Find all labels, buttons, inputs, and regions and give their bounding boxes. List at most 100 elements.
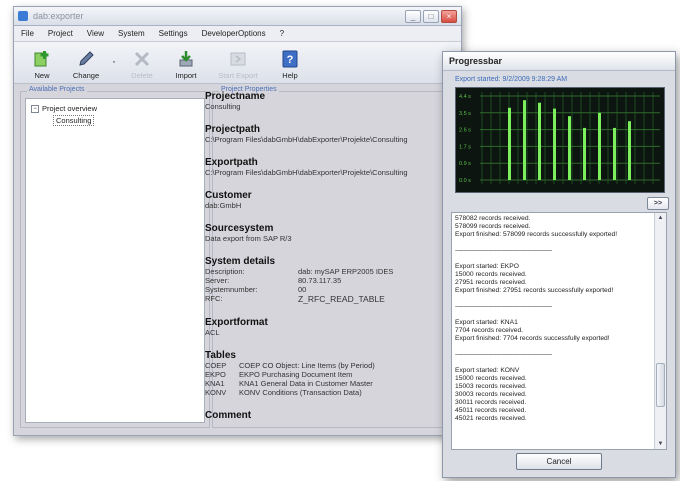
delete-label: Delete xyxy=(131,71,153,80)
log-line: 45021 records received. xyxy=(455,415,527,422)
change-button[interactable]: Change xyxy=(66,49,106,80)
chart-bar xyxy=(628,121,631,180)
system-detail-row: Server: 80.73.117.35 xyxy=(205,276,342,285)
cancel-button[interactable]: Cancel xyxy=(516,453,602,470)
toolbar: New Change · Delete Import Start Export xyxy=(14,42,461,84)
change-label: Change xyxy=(72,71,100,80)
export-log[interactable]: 578082 records received. 578099 records r… xyxy=(451,212,667,450)
log-line: Export finished: 578099 records successf… xyxy=(455,231,618,238)
minimize-button[interactable]: _ xyxy=(405,10,421,23)
sourcesystem-value: Data export from SAP R/3 xyxy=(205,234,292,243)
menu-view[interactable]: View xyxy=(80,29,111,38)
chart-bar xyxy=(553,108,556,180)
tree-child-label: Consulting xyxy=(56,116,92,125)
scroll-up-icon[interactable]: ▲ xyxy=(655,213,666,223)
menu-project[interactable]: Project xyxy=(41,29,80,38)
help-label: Help xyxy=(282,71,298,80)
projectname-value: Consulting xyxy=(205,102,241,111)
delete-button[interactable]: Delete xyxy=(122,49,162,80)
log-scrollbar[interactable]: ▲ ▼ xyxy=(654,213,666,449)
system-details-heading: System details xyxy=(205,256,276,267)
project-properties-content: Projectname Consulting Projectpath C:\Pr… xyxy=(205,86,445,418)
table-row: COEP COEP CO Object: Line Items (by Perio… xyxy=(205,361,375,370)
expand-button[interactable]: >> xyxy=(647,197,669,210)
log-line: 7704 records received. xyxy=(455,327,524,334)
toolbar-dropdown-dot: · xyxy=(112,54,116,68)
project-tree: − Project overview Consulting xyxy=(25,98,205,423)
log-line: Export finished: 27951 records successfu… xyxy=(455,287,614,294)
log-line: 15000 records received. xyxy=(455,271,527,278)
customer-value: dab:GmbH xyxy=(205,201,242,210)
chart-bar xyxy=(538,102,541,180)
exportpath-value: C:\Program Files\dabGmbH\dabExporter\Pro… xyxy=(205,168,408,177)
svg-text:?: ? xyxy=(287,54,294,66)
available-projects-group: Available Projects − Project overview Con… xyxy=(20,86,210,428)
start-export-icon xyxy=(228,49,248,69)
export-log-text: 578082 records received. 578099 records r… xyxy=(455,215,651,423)
maximize-button[interactable]: □ xyxy=(423,10,439,23)
system-detail-row: RFC: Z_RFC_READ_TABLE xyxy=(205,294,385,304)
log-separator: ----------------------------------------… xyxy=(455,247,552,254)
progress-dialog: Progressbar Export started: 9/2/2009 9:2… xyxy=(442,51,676,478)
chart-tick-label: 4.4 s xyxy=(459,94,471,100)
log-separator: ----------------------------------------… xyxy=(455,303,552,310)
scroll-thumb[interactable] xyxy=(656,363,665,407)
edit-icon xyxy=(76,49,96,69)
new-button[interactable]: New xyxy=(22,49,62,80)
help-icon: ? xyxy=(280,49,300,69)
chart-tick-label: 0.0 s xyxy=(459,178,471,184)
log-line: 45011 records received. xyxy=(455,407,527,414)
chart-tick-label: 0.9 s xyxy=(459,161,471,167)
chart-bar xyxy=(568,116,571,180)
log-line: 15003 records received. xyxy=(455,383,527,390)
progress-dialog-title: Progressbar xyxy=(443,52,675,71)
menu-help[interactable]: ? xyxy=(273,29,291,38)
projectname-heading: Projectname xyxy=(205,91,266,102)
log-line: Export started: KNA1 xyxy=(455,319,518,326)
chart-bar xyxy=(583,127,586,180)
menu-system[interactable]: System xyxy=(111,29,152,38)
start-export-button[interactable]: Start Export xyxy=(210,49,266,80)
progress-chart: 4.4 s 3.5 s 2.6 s 1.7 s 0.9 s 0.0 s xyxy=(455,87,665,193)
chart-tick-label: 2.6 s xyxy=(459,128,471,134)
sourcesystem-heading: Sourcesystem xyxy=(205,223,274,234)
cancel-label: Cancel xyxy=(546,457,572,466)
import-button[interactable]: Import xyxy=(166,49,206,80)
help-button[interactable]: ? Help xyxy=(270,49,310,80)
menu-developeroptions[interactable]: DeveloperOptions xyxy=(195,29,273,38)
tree-collapse-icon[interactable]: − xyxy=(31,105,39,114)
close-button[interactable]: × xyxy=(441,10,457,23)
log-line: 15000 records received. xyxy=(455,375,527,382)
projectpath-value: C:\Program Files\dabGmbH\dabExporter\Pro… xyxy=(205,135,408,144)
log-line: Export started: KONV xyxy=(455,367,520,374)
tree-node-consulting[interactable]: Consulting xyxy=(53,115,95,126)
available-projects-title: Available Projects xyxy=(27,86,87,93)
export-started-label: Export started: 9/2/2009 9:28:29 AM xyxy=(455,76,568,83)
table-row: KNA1 KNA1 General Data in Customer Master xyxy=(205,379,373,388)
tables-heading: Tables xyxy=(205,350,236,361)
table-row: EKPO EKPO Purchasing Document Item xyxy=(205,370,353,379)
exportformat-value: ACL xyxy=(205,328,220,337)
chart-bar xyxy=(508,107,511,180)
projectpath-heading: Projectpath xyxy=(205,124,261,135)
title-bar: dab:exporter _ □ × xyxy=(14,7,461,26)
menu-settings[interactable]: Settings xyxy=(152,29,195,38)
chart-bar xyxy=(613,127,616,180)
chart-bar xyxy=(598,112,601,180)
log-line: 578099 records received. xyxy=(455,223,531,230)
scroll-down-icon[interactable]: ▼ xyxy=(655,439,666,449)
tree-node-project-overview[interactable]: − Project overview xyxy=(31,104,97,114)
delete-x-icon xyxy=(132,49,152,69)
log-line: 578082 records received. xyxy=(455,215,531,222)
log-line: 30011 records received. xyxy=(455,399,527,406)
start-export-label: Start Export xyxy=(218,71,258,80)
menu-file[interactable]: File xyxy=(14,29,41,38)
log-line: 27951 records received. xyxy=(455,279,527,286)
progress-chart-svg: 4.4 s 3.5 s 2.6 s 1.7 s 0.9 s 0.0 s xyxy=(459,92,660,184)
